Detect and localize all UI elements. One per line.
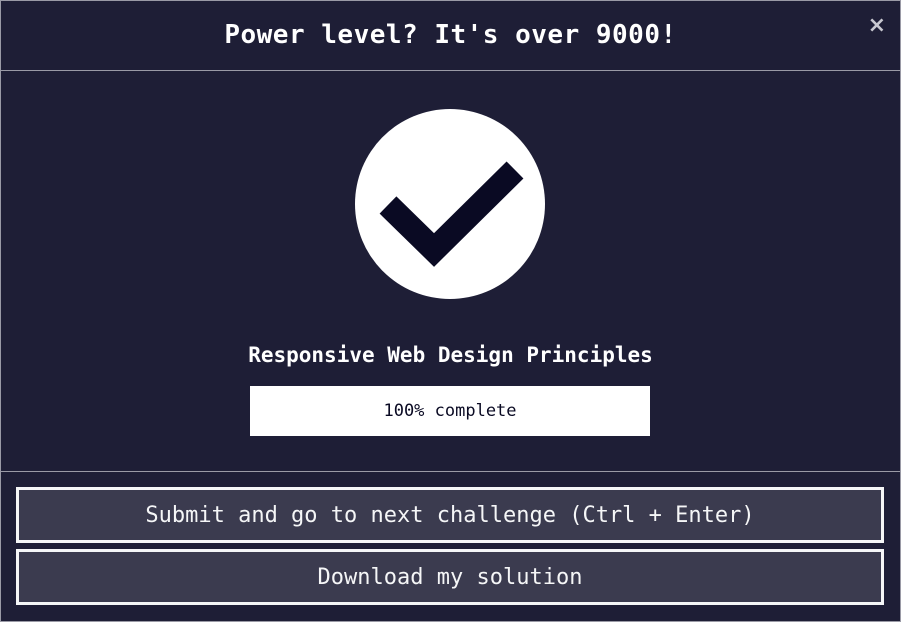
modal-title: Power level? It's over 9000!: [224, 19, 677, 50]
checkmark-circle-icon: [355, 109, 545, 299]
checkmark-circle-background: [355, 109, 545, 299]
submit-next-challenge-button[interactable]: Submit and go to next challenge (Ctrl + …: [16, 487, 884, 543]
modal-footer: Submit and go to next challenge (Ctrl + …: [1, 472, 900, 605]
close-icon[interactable]: ×: [868, 15, 886, 37]
modal-body: Responsive Web Design Principles 100% co…: [1, 71, 900, 472]
progress-bar: 100% complete: [250, 386, 650, 436]
completion-modal: Power level? It's over 9000! × Responsiv…: [0, 0, 901, 622]
challenge-title: Responsive Web Design Principles: [248, 343, 653, 367]
download-solution-button[interactable]: Download my solution: [16, 549, 884, 605]
progress-label: 100% complete: [383, 401, 517, 421]
modal-header: Power level? It's over 9000! ×: [1, 1, 900, 71]
